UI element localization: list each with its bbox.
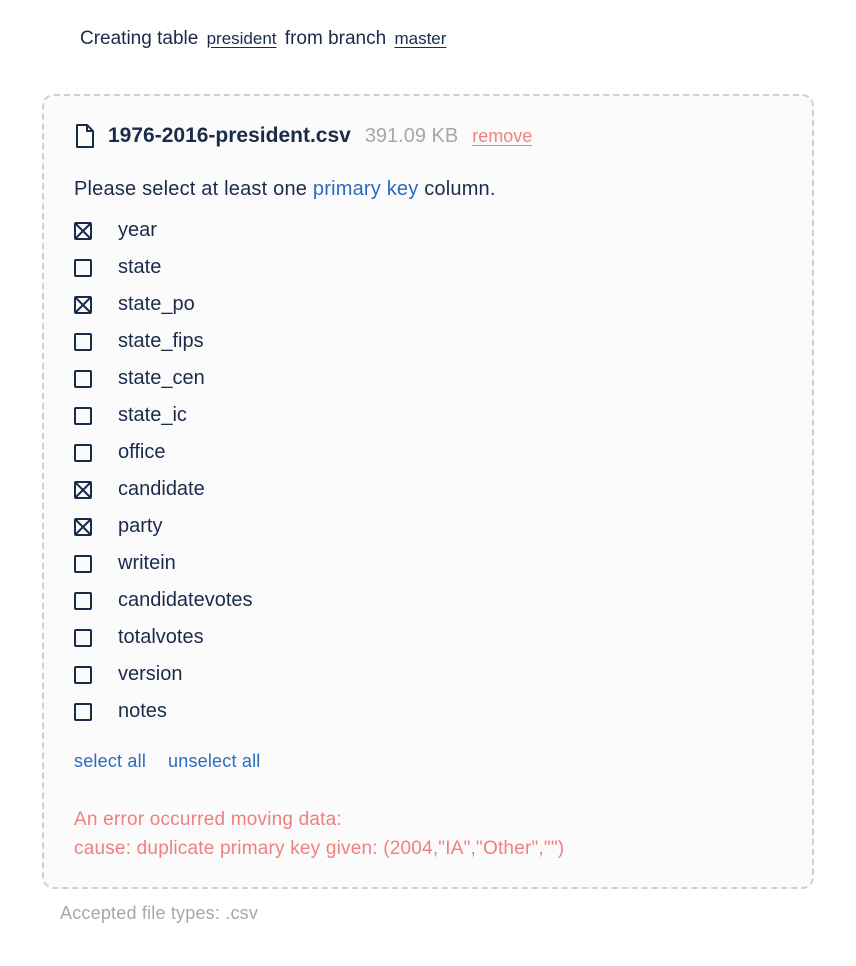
column-label: state_po: [118, 293, 195, 316]
column-label: version: [118, 663, 182, 686]
file-dropzone: 1976-2016-president.csv 391.09 KB remove…: [42, 94, 814, 889]
header-prefix: Creating table: [80, 28, 198, 49]
column-row-office[interactable]: office: [74, 441, 782, 464]
column-label: state_cen: [118, 367, 205, 390]
file-row: 1976-2016-president.csv 391.09 KB remove: [74, 124, 782, 148]
column-row-state_po[interactable]: state_po: [74, 293, 782, 316]
column-label: state_fips: [118, 330, 204, 353]
file-name: 1976-2016-president.csv: [108, 124, 351, 148]
column-checkbox[interactable]: [74, 481, 92, 499]
column-label: state: [118, 256, 161, 279]
column-checkbox[interactable]: [74, 444, 92, 462]
column-row-candidatevotes[interactable]: candidatevotes: [74, 589, 782, 612]
column-checkbox[interactable]: [74, 370, 92, 388]
column-checkbox[interactable]: [74, 555, 92, 573]
column-checkbox[interactable]: [74, 629, 92, 647]
column-label: office: [118, 441, 165, 464]
column-row-notes[interactable]: notes: [74, 700, 782, 723]
accepted-file-types: Accepted file types: .csv: [60, 903, 816, 924]
column-label: candidatevotes: [118, 589, 253, 612]
column-row-candidate[interactable]: candidate: [74, 478, 782, 501]
column-checkbox[interactable]: [74, 259, 92, 277]
column-row-state_fips[interactable]: state_fips: [74, 330, 782, 353]
column-checkbox[interactable]: [74, 666, 92, 684]
instruction-text: Please select at least one primary key c…: [74, 178, 782, 201]
column-checkbox[interactable]: [74, 407, 92, 425]
error-line-1: An error occurred moving data:: [74, 806, 782, 835]
unselect-all-button[interactable]: unselect all: [168, 751, 260, 772]
select-actions: select all unselect all: [74, 751, 782, 772]
column-label: candidate: [118, 478, 205, 501]
select-all-button[interactable]: select all: [74, 751, 146, 772]
column-row-version[interactable]: version: [74, 663, 782, 686]
branch-name-link[interactable]: master: [394, 29, 446, 48]
breadcrumb-header: Creating table president from branch mas…: [80, 28, 816, 50]
file-size: 391.09 KB: [365, 125, 458, 148]
column-list: year state state_po state_fips state_censtat…: [74, 219, 782, 723]
header-middle: from branch: [285, 28, 386, 49]
column-row-year[interactable]: year: [74, 219, 782, 242]
column-row-state_cen[interactable]: state_cen: [74, 367, 782, 390]
column-label: state_ic: [118, 404, 187, 427]
error-line-2: cause: duplicate primary key given: (200…: [74, 835, 782, 864]
column-checkbox[interactable]: [74, 333, 92, 351]
error-message: An error occurred moving data: cause: du…: [74, 806, 782, 863]
column-label: party: [118, 515, 162, 538]
column-row-state[interactable]: state: [74, 256, 782, 279]
table-name-link[interactable]: president: [207, 29, 277, 48]
file-icon: [74, 124, 94, 148]
column-checkbox[interactable]: [74, 518, 92, 536]
column-checkbox[interactable]: [74, 703, 92, 721]
column-row-totalvotes[interactable]: totalvotes: [74, 626, 782, 649]
column-label: writein: [118, 552, 176, 575]
column-checkbox[interactable]: [74, 222, 92, 240]
column-checkbox[interactable]: [74, 296, 92, 314]
column-row-state_ic[interactable]: state_ic: [74, 404, 782, 427]
column-label: totalvotes: [118, 626, 204, 649]
primary-key-link[interactable]: primary key: [313, 178, 419, 200]
remove-file-link[interactable]: remove: [472, 126, 532, 147]
column-label: notes: [118, 700, 167, 723]
column-checkbox[interactable]: [74, 592, 92, 610]
column-label: year: [118, 219, 157, 242]
column-row-party[interactable]: party: [74, 515, 782, 538]
column-row-writein[interactable]: writein: [74, 552, 782, 575]
